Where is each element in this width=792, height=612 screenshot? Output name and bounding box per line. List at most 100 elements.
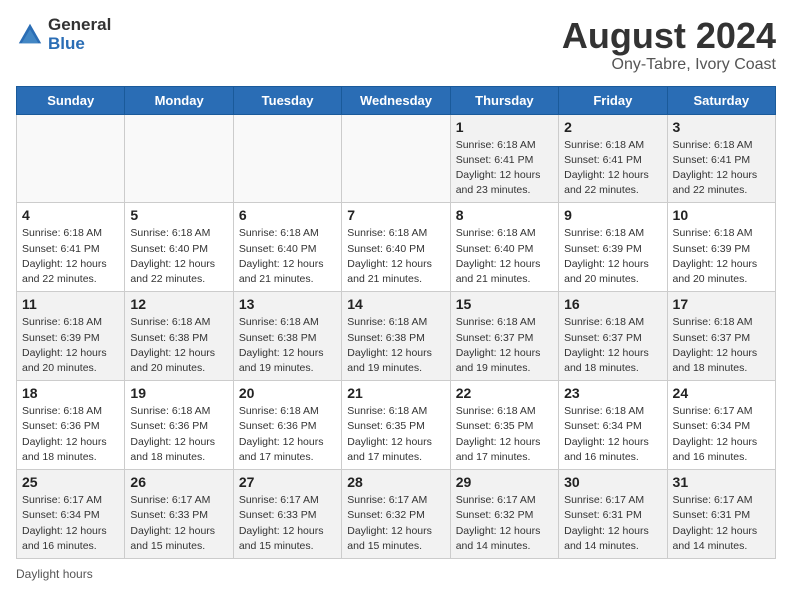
day-number: 29 — [456, 474, 553, 490]
calendar-table: SundayMondayTuesdayWednesdayThursdayFrid… — [16, 86, 776, 559]
day-cell: 6 Sunrise: 6:18 AMSunset: 6:40 PMDaylight… — [233, 203, 341, 292]
day-info: Sunrise: 6:17 AMSunset: 6:31 PMDaylight:… — [564, 493, 661, 554]
day-info: Sunrise: 6:18 AMSunset: 6:36 PMDaylight:… — [239, 404, 336, 465]
week-row-1: 4 Sunrise: 6:18 AMSunset: 6:41 PMDaylight… — [17, 203, 776, 292]
day-cell: 26Sunrise: 6:17 AMSunset: 6:33 PMDayligh… — [125, 470, 233, 559]
logo-general: General — [48, 16, 111, 35]
week-row-3: 18Sunrise: 6:18 AMSunset: 6:36 PMDayligh… — [17, 381, 776, 470]
day-number: 16 — [564, 296, 661, 312]
day-info: Sunrise: 6:18 AMSunset: 6:41 PMDaylight:… — [22, 226, 119, 287]
day-cell: 14 Sunrise: 6:18 AMSunset: 6:38 PMDayligh… — [342, 292, 450, 381]
day-number: 28 — [347, 474, 444, 490]
calendar-header: SundayMondayTuesdayWednesdayThursdayFrid… — [17, 86, 776, 114]
dow-sunday: Sunday — [17, 86, 125, 114]
day-number: 9 — [564, 207, 661, 223]
day-number: 23 — [564, 385, 661, 401]
week-row-0: 1 Sunrise: 6:18 AMSunset: 6:41 PMDaylight… — [17, 114, 776, 203]
dow-friday: Friday — [559, 86, 667, 114]
dow-thursday: Thursday — [450, 86, 558, 114]
day-number: 5 — [130, 207, 227, 223]
day-number: 1 — [456, 119, 553, 135]
dow-wednesday: Wednesday — [342, 86, 450, 114]
day-number: 13 — [239, 296, 336, 312]
page-header: General Blue August 2024 Ony-Tabre, Ivor… — [16, 16, 776, 74]
day-cell: 24 Sunrise: 6:17 AMSunset: 6:34 PMDayligh… — [667, 381, 775, 470]
day-info: Sunrise: 6:18 AMSunset: 6:39 PMDaylight:… — [564, 226, 661, 287]
day-info: Sunrise: 6:18 AMSunset: 6:38 PMDaylight:… — [347, 315, 444, 376]
day-cell: 20 Sunrise: 6:18 AMSunset: 6:36 PMDayligh… — [233, 381, 341, 470]
day-cell — [17, 114, 125, 203]
day-number: 10 — [673, 207, 770, 223]
day-info: Sunrise: 6:18 AMSunset: 6:40 PMDaylight:… — [239, 226, 336, 287]
day-cell: 13 Sunrise: 6:18 AMSunset: 6:38 PMDayligh… — [233, 292, 341, 381]
day-number: 21 — [347, 385, 444, 401]
day-cell: 11Sunrise: 6:18 AMSunset: 6:39 PMDayligh… — [17, 292, 125, 381]
day-info: Sunrise: 6:18 AMSunset: 6:37 PMDaylight:… — [564, 315, 661, 376]
day-number: 25 — [22, 474, 119, 490]
day-number: 27 — [239, 474, 336, 490]
day-info: Sunrise: 6:18 AMSunset: 6:39 PMDaylight:… — [22, 315, 119, 376]
day-cell: 18Sunrise: 6:18 AMSunset: 6:36 PMDayligh… — [17, 381, 125, 470]
day-number: 2 — [564, 119, 661, 135]
day-info: Sunrise: 6:18 AMSunset: 6:40 PMDaylight:… — [456, 226, 553, 287]
day-info: Sunrise: 6:18 AMSunset: 6:37 PMDaylight:… — [456, 315, 553, 376]
day-info: Sunrise: 6:17 AMSunset: 6:31 PMDaylight:… — [673, 493, 770, 554]
day-cell: 7 Sunrise: 6:18 AMSunset: 6:40 PMDaylight… — [342, 203, 450, 292]
day-cell: 28 Sunrise: 6:17 AMSunset: 6:32 PMDayligh… — [342, 470, 450, 559]
logo-icon — [16, 21, 44, 49]
day-cell: 19 Sunrise: 6:18 AMSunset: 6:36 PMDayligh… — [125, 381, 233, 470]
day-info: Sunrise: 6:17 AMSunset: 6:32 PMDaylight:… — [456, 493, 553, 554]
dow-monday: Monday — [125, 86, 233, 114]
day-cell: 29 Sunrise: 6:17 AMSunset: 6:32 PMDayligh… — [450, 470, 558, 559]
day-info: Sunrise: 6:17 AMSunset: 6:33 PMDaylight:… — [239, 493, 336, 554]
dow-tuesday: Tuesday — [233, 86, 341, 114]
day-info: Sunrise: 6:18 AMSunset: 6:40 PMDaylight:… — [130, 226, 227, 287]
week-row-2: 11Sunrise: 6:18 AMSunset: 6:39 PMDayligh… — [17, 292, 776, 381]
calendar-body: 1 Sunrise: 6:18 AMSunset: 6:41 PMDaylight… — [17, 114, 776, 558]
day-number: 6 — [239, 207, 336, 223]
day-info: Sunrise: 6:18 AMSunset: 6:41 PMDaylight:… — [673, 138, 770, 199]
day-cell — [125, 114, 233, 203]
day-info: Sunrise: 6:18 AMSunset: 6:38 PMDaylight:… — [130, 315, 227, 376]
footer-note: Daylight hours — [16, 567, 776, 581]
day-info: Sunrise: 6:17 AMSunset: 6:32 PMDaylight:… — [347, 493, 444, 554]
dow-saturday: Saturday — [667, 86, 775, 114]
day-cell: 21Sunrise: 6:18 AMSunset: 6:35 PMDayligh… — [342, 381, 450, 470]
page-subtitle: Ony-Tabre, Ivory Coast — [562, 56, 776, 74]
day-info: Sunrise: 6:18 AMSunset: 6:36 PMDaylight:… — [130, 404, 227, 465]
day-number: 8 — [456, 207, 553, 223]
day-number: 24 — [673, 385, 770, 401]
day-info: Sunrise: 6:18 AMSunset: 6:37 PMDaylight:… — [673, 315, 770, 376]
day-cell: 25Sunrise: 6:17 AMSunset: 6:34 PMDayligh… — [17, 470, 125, 559]
day-cell: 17 Sunrise: 6:18 AMSunset: 6:37 PMDayligh… — [667, 292, 775, 381]
day-number: 20 — [239, 385, 336, 401]
day-info: Sunrise: 6:18 AMSunset: 6:39 PMDaylight:… — [673, 226, 770, 287]
day-number: 22 — [456, 385, 553, 401]
day-number: 4 — [22, 207, 119, 223]
title-block: August 2024 Ony-Tabre, Ivory Coast — [562, 16, 776, 74]
day-info: Sunrise: 6:18 AMSunset: 6:41 PMDaylight:… — [564, 138, 661, 199]
day-info: Sunrise: 6:17 AMSunset: 6:33 PMDaylight:… — [130, 493, 227, 554]
day-cell: 8 Sunrise: 6:18 AMSunset: 6:40 PMDaylight… — [450, 203, 558, 292]
day-cell: 10 Sunrise: 6:18 AMSunset: 6:39 PMDayligh… — [667, 203, 775, 292]
day-number: 14 — [347, 296, 444, 312]
day-info: Sunrise: 6:18 AMSunset: 6:38 PMDaylight:… — [239, 315, 336, 376]
page-title: August 2024 — [562, 16, 776, 56]
day-info: Sunrise: 6:18 AMSunset: 6:40 PMDaylight:… — [347, 226, 444, 287]
day-info: Sunrise: 6:17 AMSunset: 6:34 PMDaylight:… — [673, 404, 770, 465]
day-number: 30 — [564, 474, 661, 490]
logo: General Blue — [16, 16, 111, 53]
day-number: 17 — [673, 296, 770, 312]
day-cell: 16 Sunrise: 6:18 AMSunset: 6:37 PMDayligh… — [559, 292, 667, 381]
day-info: Sunrise: 6:18 AMSunset: 6:35 PMDaylight:… — [456, 404, 553, 465]
logo-blue: Blue — [48, 35, 111, 54]
day-cell: 15Sunrise: 6:18 AMSunset: 6:37 PMDayligh… — [450, 292, 558, 381]
day-cell: 9 Sunrise: 6:18 AMSunset: 6:39 PMDaylight… — [559, 203, 667, 292]
day-cell: 1Sunrise: 6:18 AMSunset: 6:41 PMDaylight… — [450, 114, 558, 203]
day-number: 12 — [130, 296, 227, 312]
day-number: 7 — [347, 207, 444, 223]
day-number: 31 — [673, 474, 770, 490]
day-number: 19 — [130, 385, 227, 401]
day-cell — [342, 114, 450, 203]
day-cell — [233, 114, 341, 203]
